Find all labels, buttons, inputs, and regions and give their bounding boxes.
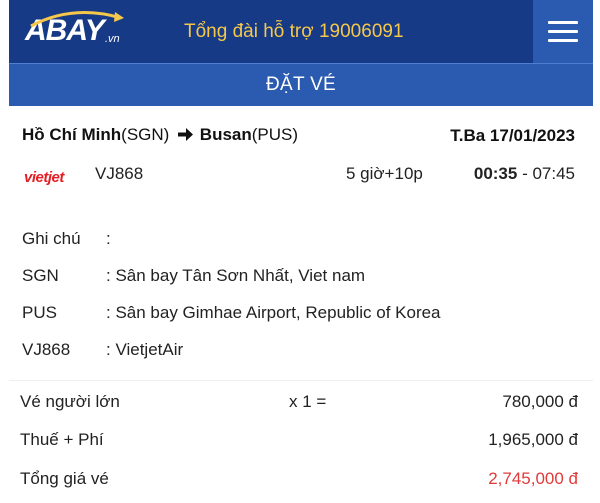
abay-logo[interactable]: ABAY .vn	[23, 10, 127, 48]
svg-text:ABAY: ABAY	[24, 14, 108, 47]
destination-code: (PUS)	[251, 125, 299, 144]
note-key: SGN	[22, 266, 59, 285]
flight-times: 00:35 - 07:45	[474, 164, 575, 184]
section-divider	[9, 380, 593, 381]
note-value: : VietjetAir	[106, 340, 184, 359]
origin-code: (SGN)	[121, 125, 170, 144]
hotline-number[interactable]: 19006091	[319, 21, 404, 42]
arrow-right-icon	[178, 128, 194, 142]
adult-quantity: x 1 =	[289, 392, 327, 411]
top-navbar: ABAY .vn Tổng đài hỗ trợ 19006091	[9, 0, 593, 63]
arrive-time: 07:45	[532, 164, 575, 183]
note-value: :	[106, 229, 111, 248]
note-value: : Sân bay Gimhae Airport, Republic of Ko…	[106, 303, 441, 322]
tax-fee-label: Thuế + Phí	[20, 430, 104, 449]
note-value: : Sân bay Tân Sơn Nhất, Viet nam	[106, 266, 366, 285]
origin-city: Hồ Chí Minh	[22, 125, 122, 144]
page-title: ĐẶT VÉ	[9, 63, 593, 106]
hamburger-menu-button[interactable]	[533, 0, 593, 63]
flight-number: VJ868	[95, 164, 144, 183]
booking-page: ABAY .vn Tổng đài hỗ trợ 19006091 ĐẶT VÉ…	[9, 0, 593, 503]
hotline-text[interactable]: Tổng đài hỗ trợ 19006091	[184, 21, 404, 43]
time-separator: -	[517, 164, 533, 183]
total-price: 2,745,000 đ	[488, 469, 578, 488]
depart-time: 00:35	[473, 164, 518, 183]
destination-city: Busan	[199, 125, 252, 144]
route-summary: Hồ Chí Minh(SGN) Busan(PUS)	[22, 125, 298, 145]
svg-text:.vn: .vn	[105, 33, 120, 45]
adult-fare-label: Vé người lớn	[20, 392, 120, 411]
note-key: PUS	[22, 303, 57, 322]
hamburger-menu-icon	[548, 21, 578, 24]
flight-date: T.Ba 17/01/2023	[450, 126, 575, 145]
flight-duration: 5 giờ+10p	[346, 164, 423, 183]
vietjet-logo: vietjet	[24, 169, 66, 186]
adult-fare-price: 780,000 đ	[502, 392, 578, 411]
total-label: Tổng giá vé	[20, 469, 109, 488]
tax-fee-price: 1,965,000 đ	[488, 430, 578, 449]
note-key: VJ868	[22, 340, 71, 359]
hotline-label: Tổng đài hỗ trợ	[184, 21, 314, 42]
note-key: Ghi chú	[22, 229, 81, 248]
svg-text:vietjet: vietjet	[24, 169, 65, 186]
